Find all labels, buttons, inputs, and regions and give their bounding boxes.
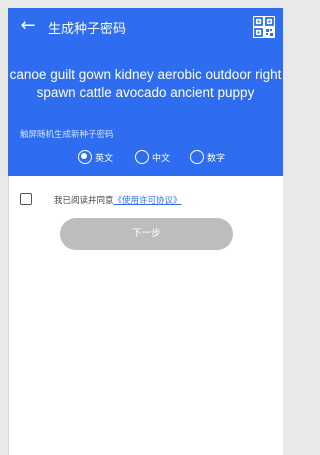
screen: ← 生成种子密码 canoe guilt gown kidney aerobic… [8,8,283,455]
radio-label: 中文 [152,153,171,164]
license-agreement-link[interactable]: 《使用许可协议》 [114,196,182,206]
radio-selected-icon [78,150,92,164]
radio-english[interactable]: 英文 [78,148,113,166]
radio-number[interactable]: 数字 [190,148,225,166]
radio-unselected-icon [135,150,149,164]
page-title: 生成种子密码 [48,22,127,37]
tap-to-regenerate-hint: 触屏随机生成新种子密码 [20,130,114,140]
agree-checkbox[interactable] [20,193,32,205]
seed-header[interactable]: ← 生成种子密码 canoe guilt gown kidney aerobic… [8,8,283,176]
qr-code-icon [253,16,275,38]
app-bar: ← 生成种子密码 [8,8,283,46]
mnemonic-phrase: canoe guilt gown kidney aerobic outdoor … [9,67,282,100]
radio-unselected-icon [190,150,204,164]
radio-chinese[interactable]: 中文 [135,148,170,166]
agreement-text: 我已阅读并同意《使用许可协议》 [54,194,182,206]
arrow-left-icon: ← [20,15,36,36]
agreement-prefix: 我已阅读并同意 [54,196,114,206]
language-radio-group: 英文 中文 数字 [8,148,283,168]
radio-label: 英文 [95,153,114,164]
agreement-row: 我已阅读并同意《使用许可协议》 [20,192,280,208]
radio-label: 数字 [207,153,226,164]
next-step-button[interactable]: 下一步 [60,218,233,250]
back-button[interactable]: ← [18,16,38,36]
qr-code-button[interactable] [253,16,275,38]
divider [8,176,9,455]
